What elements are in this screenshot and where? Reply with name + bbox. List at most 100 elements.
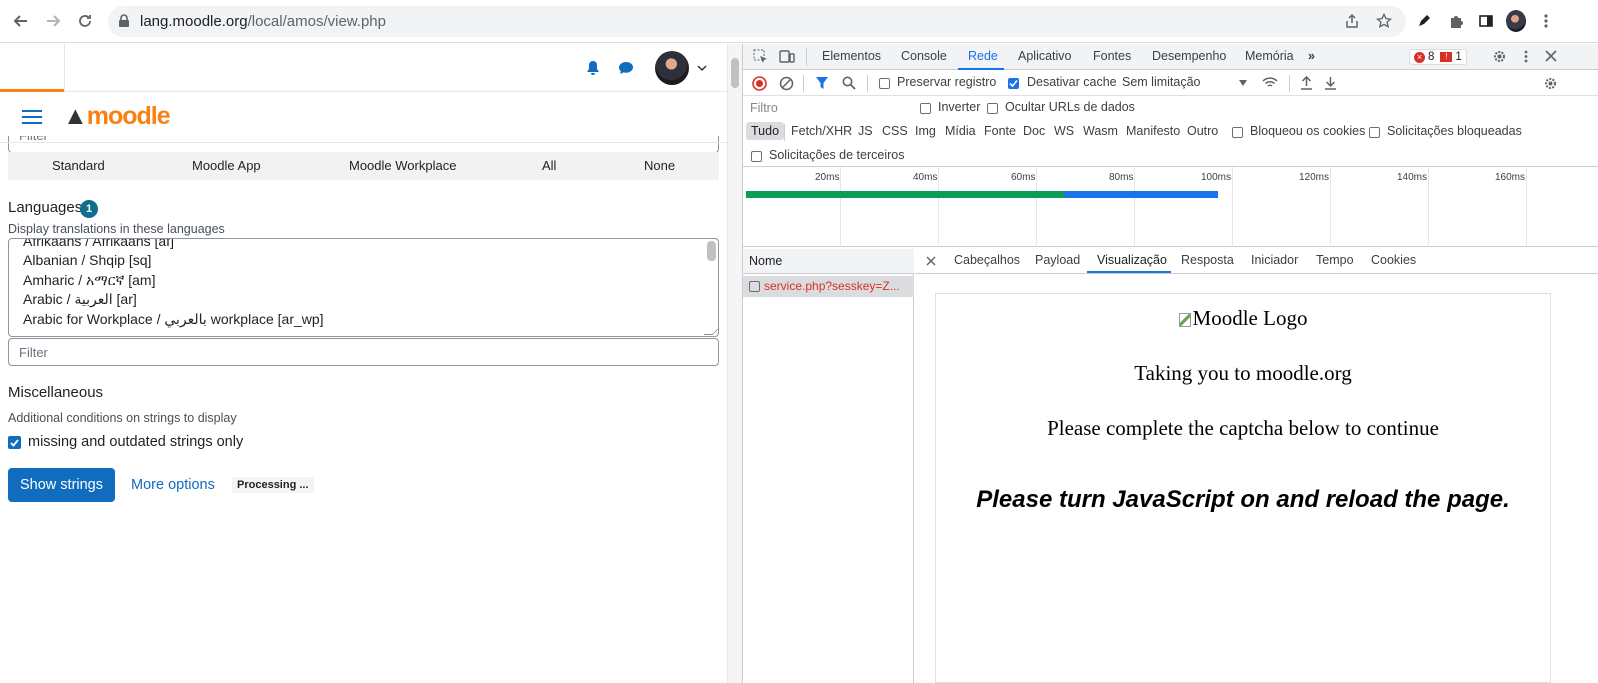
type-filter-doc[interactable]: Doc [1023,124,1045,138]
tab-resposta[interactable]: Resposta [1181,253,1234,267]
clear-icon[interactable] [779,76,794,91]
tab-cabecalhos[interactable]: Cabeçalhos [954,253,1020,267]
invert-label[interactable]: Inverter [938,100,980,114]
search-icon[interactable] [842,76,856,90]
languages-select-list[interactable]: Afrikaans / Afrikaans [af] Albanian / Sh… [8,238,719,337]
star-icon[interactable] [1376,13,1392,29]
more-options-link[interactable]: More options [131,477,215,493]
upload-icon[interactable] [1300,76,1313,90]
preset-all[interactable]: All [542,158,556,173]
chat-icon[interactable] [618,61,634,75]
forward-button[interactable] [42,10,64,32]
third-party-checkbox[interactable] [751,151,762,162]
type-filter-js[interactable]: JS [858,124,873,138]
user-avatar[interactable] [655,51,689,85]
type-filter-outro[interactable]: Outro [1187,124,1218,138]
third-party-label[interactable]: Solicitações de terceiros [769,148,904,162]
download-icon[interactable] [1324,76,1337,90]
language-option[interactable]: Arabic / العربية [ar] [23,291,137,308]
language-option[interactable]: Albanian / Shqip [sq] [23,252,151,268]
record-stop-icon[interactable] [752,76,767,91]
tab-fontes[interactable]: Fontes [1093,49,1131,63]
tab-cookies[interactable]: Cookies [1371,253,1416,267]
moodle-logo[interactable]: ▲moodle [63,102,171,131]
page-scrollbar[interactable] [727,44,742,683]
invert-checkbox[interactable] [920,103,931,114]
preset-none[interactable]: None [644,158,675,173]
filter-funnel-icon[interactable] [815,76,829,90]
network-conditions-icon[interactable] [1262,76,1278,90]
network-settings-gear-icon[interactable] [1543,76,1558,91]
missing-strings-label[interactable]: missing and outdated strings only [28,434,243,450]
tab-aplicativo[interactable]: Aplicativo [1018,49,1072,63]
active-tab-underline [958,68,1004,70]
side-panel-icon[interactable] [1476,11,1496,31]
address-bar[interactable]: lang.moodle.org/local/amos/view.php [108,6,1406,37]
chevron-down-icon[interactable] [697,65,707,72]
caret-down-icon[interactable] [1239,80,1247,86]
disable-cache-label[interactable]: Desativar cache [1027,75,1117,89]
type-filter-fonte[interactable]: Fonte [984,124,1016,138]
blocked-cookies-checkbox[interactable] [1232,127,1243,138]
tab-rede[interactable]: Rede [968,49,998,63]
tab-console[interactable]: Console [901,49,947,63]
preset-moodle-app[interactable]: Moodle App [192,158,261,173]
preset-standard[interactable]: Standard [52,158,105,173]
inspect-element-icon[interactable] [753,49,768,64]
device-toolbar-icon[interactable] [779,49,795,64]
back-button[interactable] [10,10,32,32]
close-detail-icon[interactable] [926,256,936,266]
reload-button[interactable] [74,10,96,32]
hide-data-urls-checkbox[interactable] [987,103,998,114]
network-timeline[interactable]: 20ms 40ms 60ms 80ms 100ms 120ms 140ms 16… [743,167,1598,247]
hamburger-menu-icon[interactable] [22,109,42,125]
kebab-menu-icon[interactable] [1536,11,1556,31]
language-option[interactable]: Afrikaans / Afrikaans [af] [23,239,174,249]
blocked-requests-label[interactable]: Solicitações bloqueadas [1387,124,1522,138]
type-filter-wasm[interactable]: Wasm [1083,124,1118,138]
language-option[interactable]: Amharic / አማርኛ [am] [23,272,155,289]
devtools-menu-icon[interactable] [1524,49,1528,64]
blocked-requests-checkbox[interactable] [1369,127,1380,138]
tab-visualizacao[interactable]: Visualização [1097,253,1167,267]
type-filter-tudo[interactable]: Tudo [746,122,785,140]
gear-icon[interactable] [1492,49,1507,64]
missing-strings-checkbox[interactable] [8,436,21,449]
type-filter-css[interactable]: CSS [882,124,908,138]
language-option[interactable]: Arabic for Workplace / بالعربي workplace… [23,311,324,328]
language-filter-input[interactable]: Filter [8,338,719,366]
errors-counter[interactable]: × 8 ! 1 [1409,49,1467,65]
tab-payload[interactable]: Payload [1035,253,1080,267]
tab-elementos[interactable]: Elementos [822,49,881,63]
tab-desempenho[interactable]: Desempenho [1152,49,1226,63]
request-row[interactable]: service.php?sesskey=Z... [743,276,914,297]
preset-moodle-workplace[interactable]: Moodle Workplace [349,158,456,173]
show-strings-button[interactable]: Show strings [8,468,115,502]
pen-extension-icon[interactable] [1414,11,1434,31]
preserve-log-checkbox[interactable] [879,78,890,89]
bell-icon[interactable] [586,60,600,76]
network-filter-input[interactable]: Filtro [746,98,906,118]
profile-avatar[interactable] [1506,10,1526,32]
name-column-header[interactable]: Nome [743,249,914,274]
type-filter-fetch[interactable]: Fetch/XHR [791,124,852,138]
close-devtools-icon[interactable] [1545,50,1557,62]
share-icon[interactable] [1344,13,1360,29]
resize-grip[interactable] [703,326,718,335]
more-tabs-icon[interactable]: » [1308,49,1315,63]
throttle-select[interactable]: Sem limitação [1122,75,1201,89]
puzzle-icon[interactable] [1446,11,1466,31]
hide-data-urls-label[interactable]: Ocultar URLs de dados [1005,100,1135,114]
page-scroll-thumb[interactable] [731,58,739,88]
preserve-log-label[interactable]: Preservar registro [897,75,996,89]
disable-cache-checkbox[interactable] [1008,78,1019,89]
type-filter-manifesto[interactable]: Manifesto [1126,124,1180,138]
tab-iniciador[interactable]: Iniciador [1251,253,1298,267]
type-filter-midia[interactable]: Mídia [945,124,976,138]
type-filter-img[interactable]: Img [915,124,936,138]
list-scrollbar[interactable] [707,241,716,261]
tab-tempo[interactable]: Tempo [1316,253,1354,267]
type-filter-ws[interactable]: WS [1054,124,1074,138]
tab-memoria[interactable]: Memória [1245,49,1294,63]
blocked-cookies-label[interactable]: Bloqueou os cookies [1250,124,1365,138]
